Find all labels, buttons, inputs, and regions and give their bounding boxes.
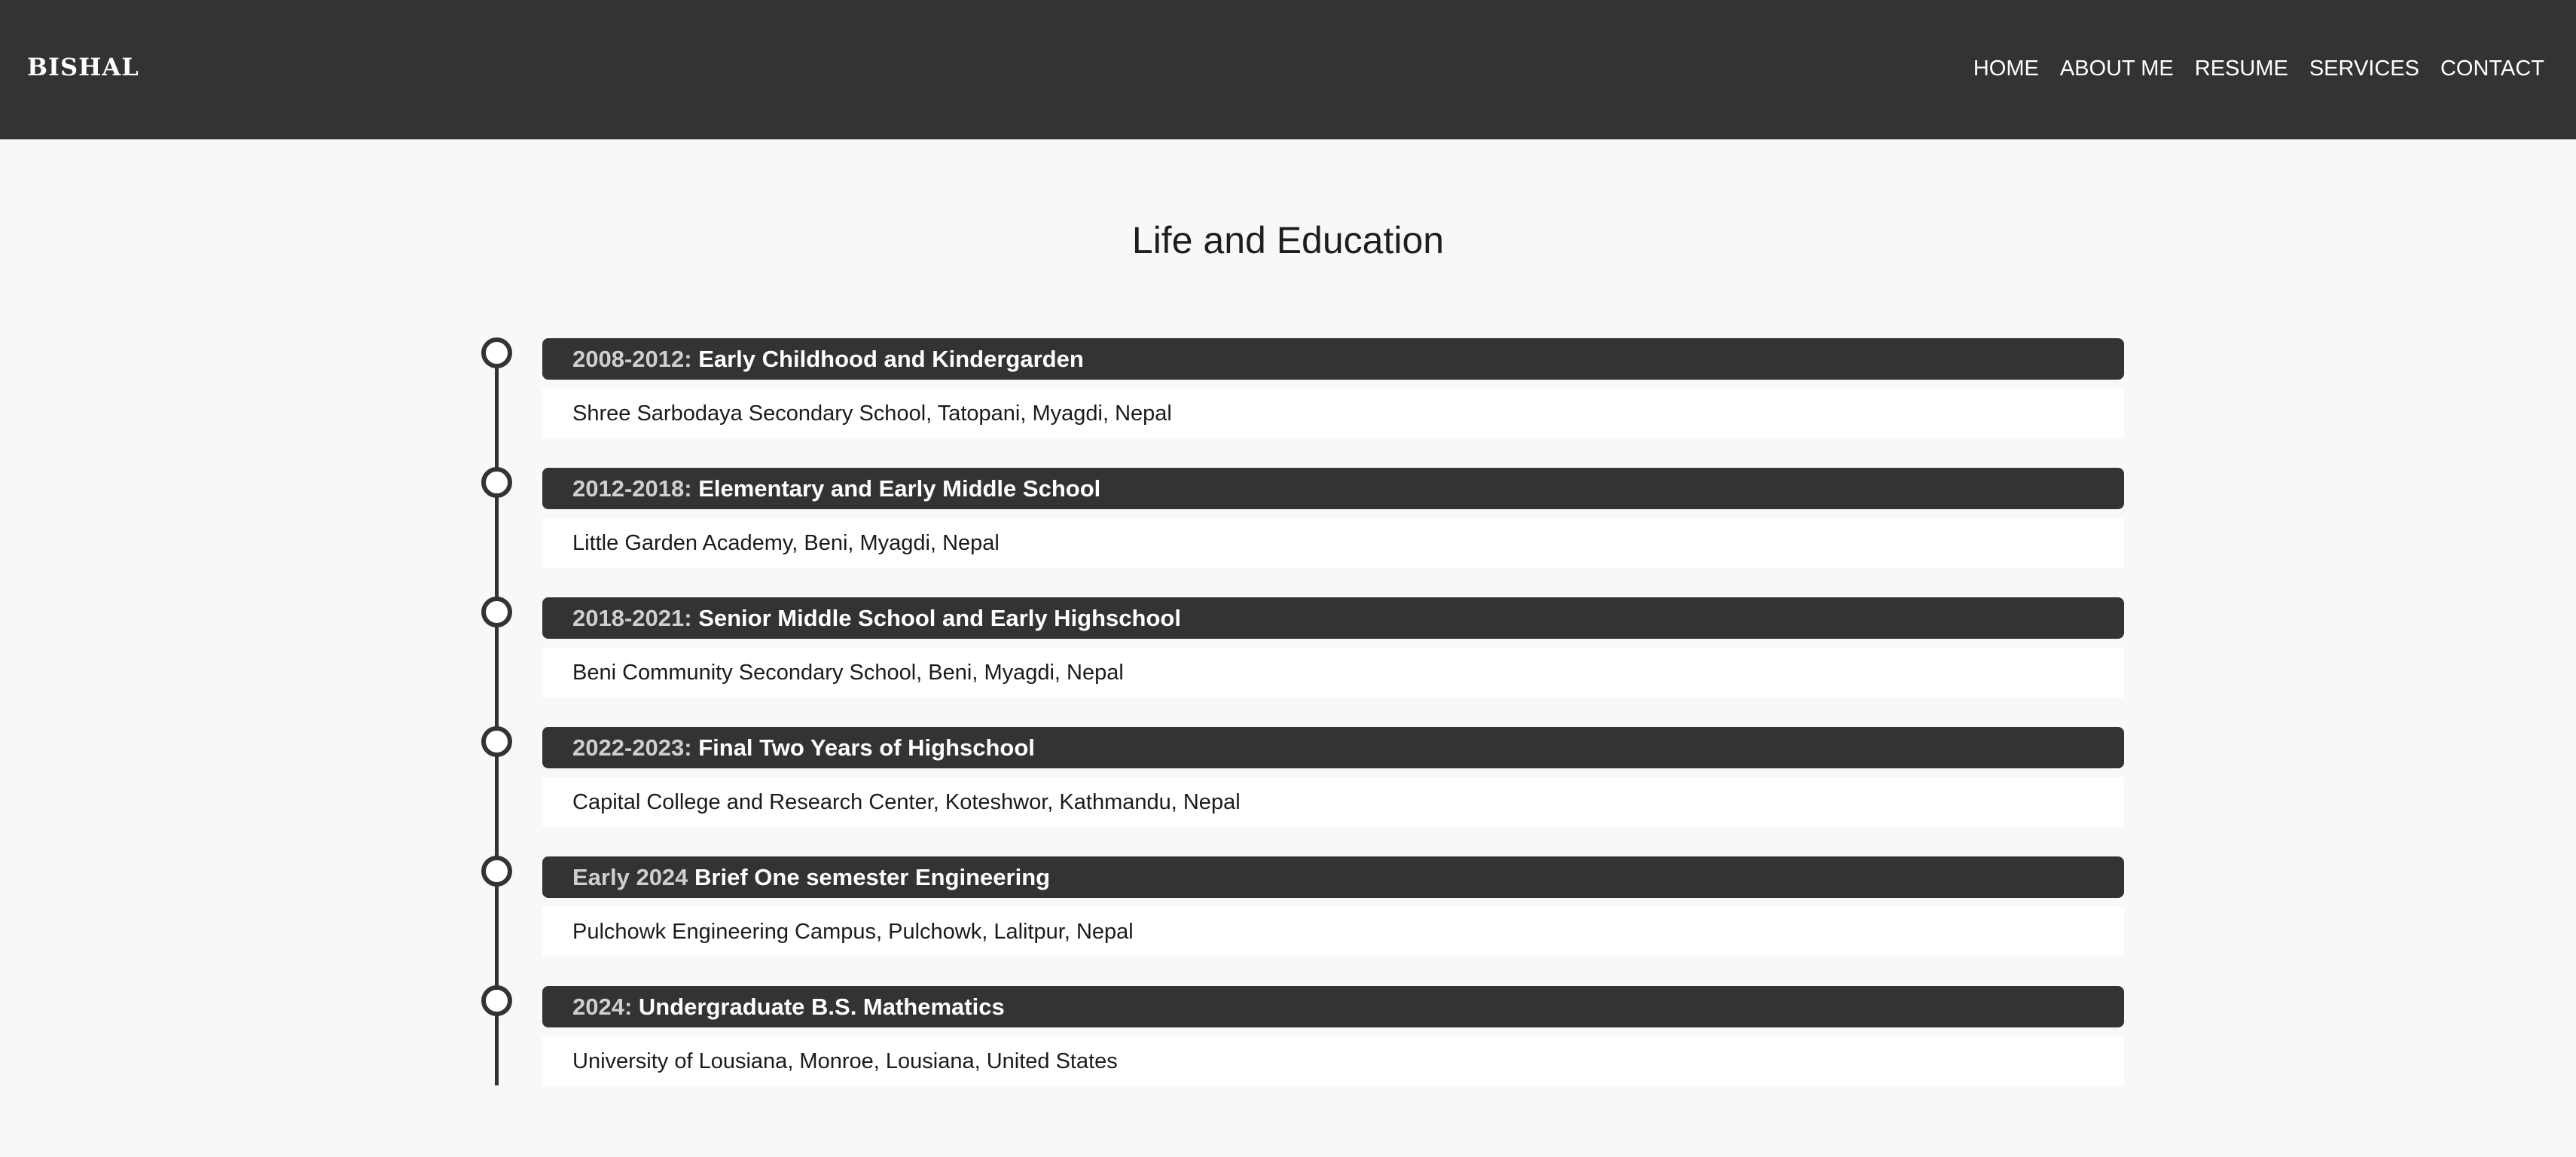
- timeline-entry-header: Early 2024 Brief One semester Engineerin…: [542, 856, 2124, 898]
- timeline-entry-header: 2008-2012: Early Childhood and Kindergar…: [542, 338, 2124, 380]
- timeline-entry-detail: University of Lousiana, Monroe, Lousiana…: [542, 1036, 2124, 1086]
- timeline-entry-date: 2018-2021:: [572, 605, 692, 631]
- timeline-entry-header: 2022-2023: Final Two Years of Highschool: [542, 727, 2124, 768]
- timeline-entry-date: 2022-2023:: [572, 734, 692, 761]
- timeline-entry-detail: Little Garden Academy, Beni, Myagdi, Nep…: [542, 518, 2124, 568]
- timeline-entry: 2008-2012: Early Childhood and Kindergar…: [0, 337, 2576, 438]
- timeline-line: [495, 351, 499, 1085]
- timeline-dot: [481, 337, 512, 368]
- education-timeline: 2008-2012: Early Childhood and Kindergar…: [0, 0, 2576, 1157]
- timeline-entry-date: 2024:: [572, 994, 633, 1020]
- timeline-entry-header: 2012-2018: Elementary and Early Middle S…: [542, 468, 2124, 509]
- timeline-entry-detail: Beni Community Secondary School, Beni, M…: [542, 648, 2124, 698]
- timeline-entry: 2022-2023: Final Two Years of Highschool…: [0, 726, 2576, 827]
- timeline-entry-title: Final Two Years of Highschool: [698, 734, 1035, 761]
- timeline-entry: Early 2024 Brief One semester Engineerin…: [0, 856, 2576, 957]
- timeline-dot: [481, 985, 512, 1016]
- timeline-dot: [481, 467, 512, 498]
- timeline-entry-date: Early 2024: [572, 864, 688, 890]
- timeline-entry-header: 2018-2021: Senior Middle School and Earl…: [542, 597, 2124, 639]
- timeline-dot: [481, 597, 512, 627]
- timeline-entry-date: 2008-2012:: [572, 346, 692, 372]
- timeline-entry-title: Senior Middle School and Early Highschoo…: [698, 605, 1181, 631]
- timeline-entry-title: Undergraduate B.S. Mathematics: [638, 994, 1005, 1020]
- timeline-entry-detail: Shree Sarbodaya Secondary School, Tatopa…: [542, 389, 2124, 438]
- timeline-dot: [481, 726, 512, 757]
- timeline-entry-header: 2024: Undergraduate B.S. Mathematics: [542, 986, 2124, 1027]
- timeline-entry: 2024: Undergraduate B.S. Mathematics Uni…: [0, 985, 2576, 1086]
- timeline-entry-title: Early Childhood and Kindergarden: [698, 346, 1084, 372]
- timeline-entry-title: Elementary and Early Middle School: [698, 475, 1101, 502]
- timeline-entry-detail: Capital College and Research Center, Kot…: [542, 777, 2124, 827]
- timeline-entry: 2012-2018: Elementary and Early Middle S…: [0, 467, 2576, 568]
- timeline-entry-date: 2012-2018:: [572, 475, 692, 502]
- timeline-entry-title: Brief One semester Engineering: [694, 864, 1051, 890]
- timeline-entry-detail: Pulchowk Engineering Campus, Pulchowk, L…: [542, 907, 2124, 957]
- timeline-entry: 2018-2021: Senior Middle School and Earl…: [0, 597, 2576, 698]
- timeline-dot: [481, 856, 512, 887]
